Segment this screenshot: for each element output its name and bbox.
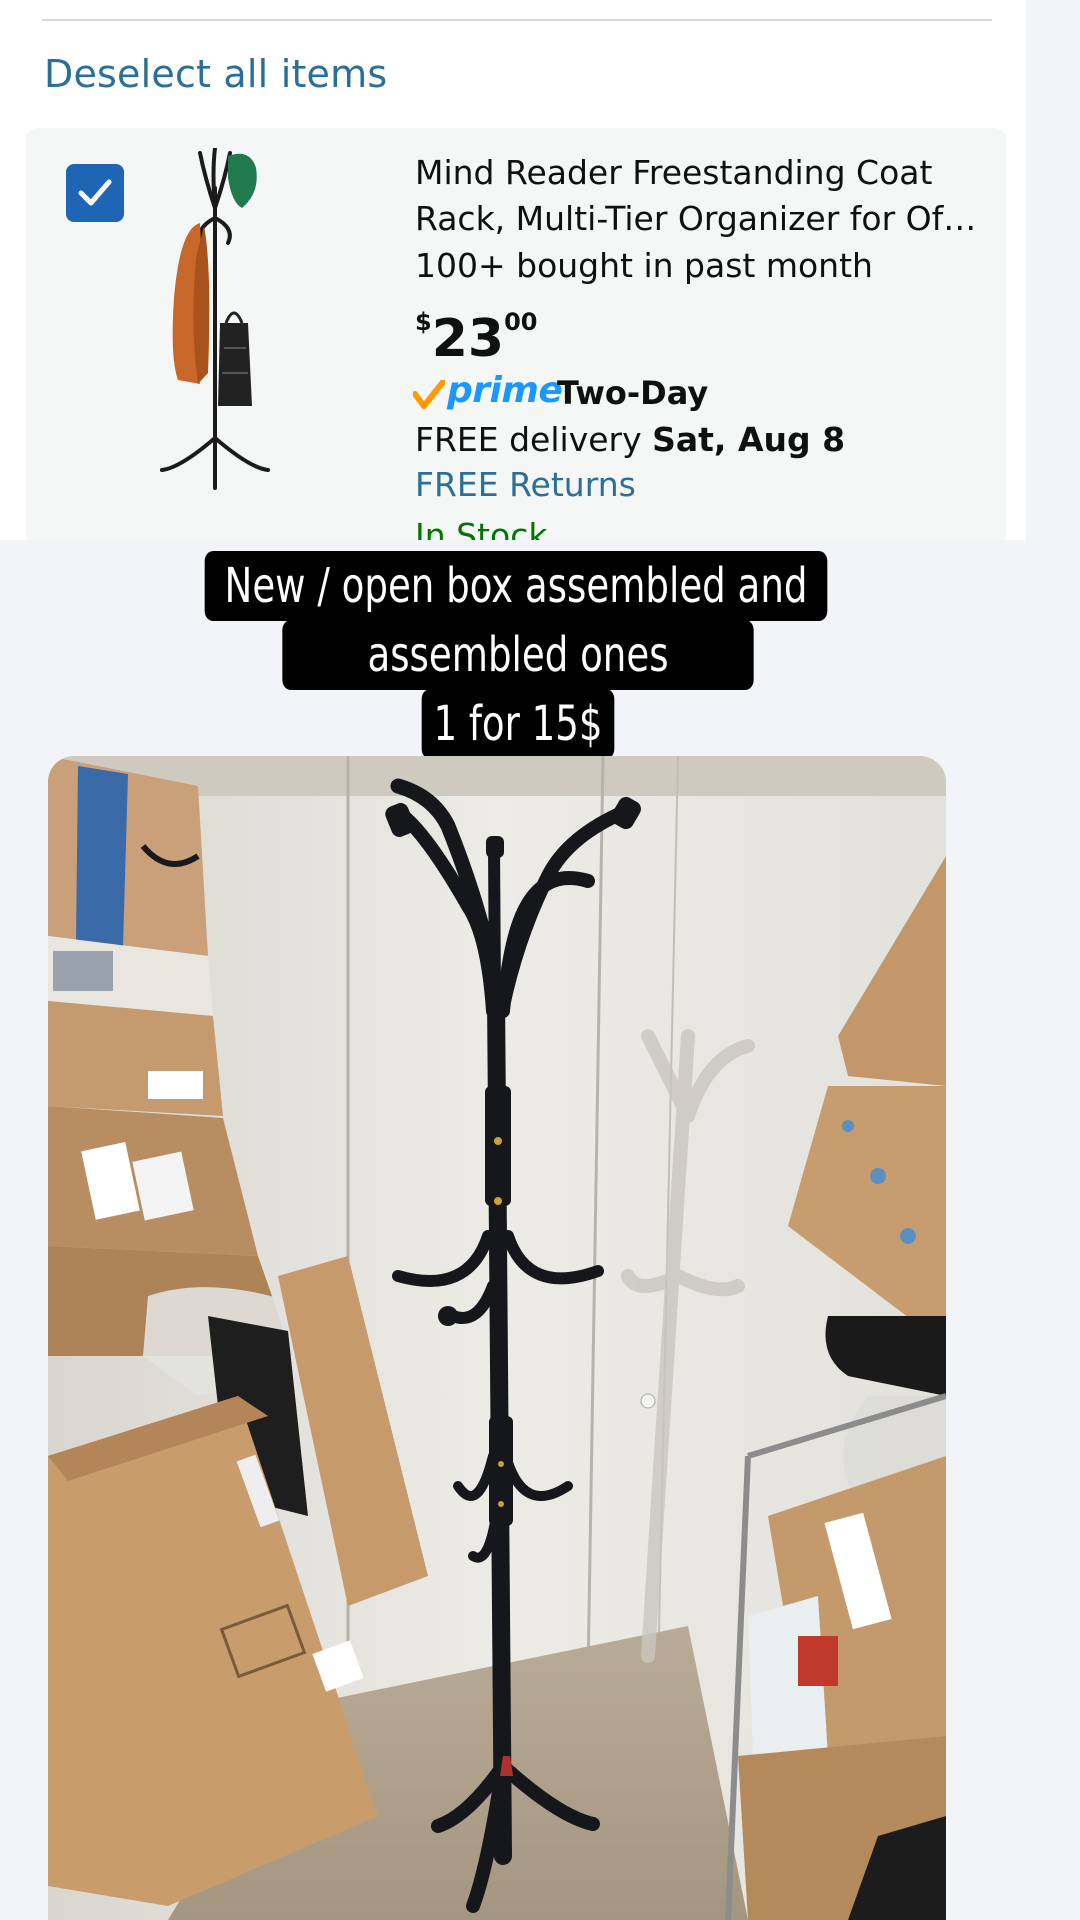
coat-rack-photo	[48, 756, 946, 1920]
prime-speed: Two-Day	[557, 374, 709, 412]
stock-status: In Stock	[415, 516, 548, 540]
storage-room-scene-image	[48, 756, 946, 1920]
product-title-link[interactable]: Mind Reader Freestanding Coat Rack, Mult…	[415, 150, 990, 242]
free-returns-link[interactable]: FREE Returns	[415, 465, 636, 504]
caption-line-2: assembled ones available	[282, 620, 754, 753]
prime-label: prime	[447, 370, 563, 411]
delivery-prefix: FREE delivery	[415, 420, 642, 459]
bought-count: 100+ bought in past month	[415, 246, 873, 285]
product-price: $2300	[415, 308, 537, 369]
prime-check-icon	[413, 380, 445, 409]
price-currency: $	[415, 308, 432, 336]
deselect-all-link[interactable]: Deselect all items	[44, 52, 387, 96]
cart-panel: Deselect all items Mind Reader Freestand…	[0, 0, 1026, 540]
caption-line-3: 1 for 15$	[421, 689, 615, 759]
divider	[42, 19, 992, 21]
price-fraction: 00	[504, 308, 538, 336]
price-whole: 23	[431, 309, 505, 369]
item-select-checkbox[interactable]	[66, 164, 124, 222]
caption-line-1: New / open box assembled and non	[204, 551, 828, 684]
checkmark-icon	[78, 179, 112, 206]
coat-rack-thumbnail-image	[160, 146, 270, 490]
delivery-info: FREE delivery Sat, Aug 8	[415, 420, 845, 459]
product-thumbnail[interactable]	[160, 146, 270, 493]
delivery-date: Sat, Aug 8	[652, 420, 846, 459]
